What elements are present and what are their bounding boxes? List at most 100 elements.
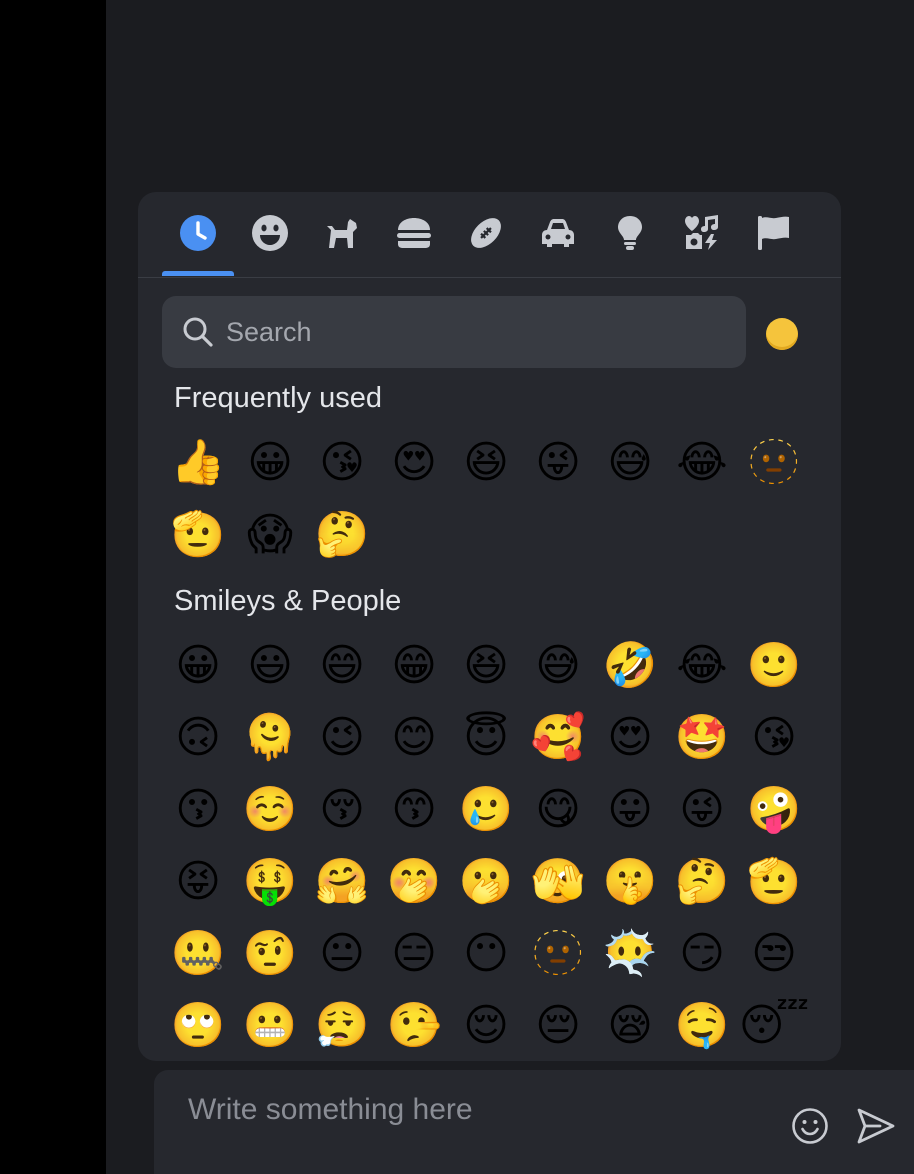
emoji-glyph: 🙃 bbox=[175, 712, 221, 763]
emoji-button[interactable]: 😒 bbox=[738, 918, 810, 990]
emoji-glyph: 😱 bbox=[247, 509, 293, 560]
search-box bbox=[162, 296, 746, 368]
emoji-button[interactable]: 😜 bbox=[666, 774, 738, 846]
emoji-button[interactable]: 🤑 bbox=[234, 846, 306, 918]
emoji-button[interactable]: 😶‍🌫️ bbox=[594, 918, 666, 990]
emoji-button[interactable]: 😉 bbox=[306, 702, 378, 774]
emoji-button[interactable]: 😆 bbox=[450, 427, 522, 499]
emoji-button[interactable]: 😝 bbox=[162, 846, 234, 918]
message-composer bbox=[154, 1070, 914, 1174]
emoji-glyph: 🫡 bbox=[170, 509, 226, 560]
tab-food[interactable] bbox=[390, 209, 438, 257]
send-button[interactable] bbox=[854, 1104, 898, 1148]
emoji-glyph: 😘 bbox=[751, 712, 797, 763]
emoji-glyph: 🤔 bbox=[674, 856, 730, 907]
emoji-button[interactable]: 😅 bbox=[594, 427, 666, 499]
emoji-button[interactable]: 😃 bbox=[234, 630, 306, 702]
emoji-glyph: 😮‍💨 bbox=[314, 1000, 370, 1051]
emoji-button[interactable]: 🤐 bbox=[162, 918, 234, 990]
emoji-button[interactable]: 😪 bbox=[594, 990, 666, 1061]
emoji-button[interactable]: 😀 bbox=[234, 427, 306, 499]
emoji-button[interactable]: 🫥 bbox=[738, 427, 810, 499]
emoji-button[interactable]: 🤔 bbox=[306, 499, 378, 571]
emoji-button[interactable] bbox=[790, 1106, 830, 1146]
emoji-button[interactable]: 🫣 bbox=[522, 846, 594, 918]
message-input[interactable] bbox=[186, 1092, 770, 1128]
emoji-glyph: 🫥 bbox=[746, 437, 802, 488]
emoji-button[interactable]: 😗 bbox=[162, 774, 234, 846]
emoji-button[interactable]: 🫡 bbox=[162, 499, 234, 571]
tab-animals[interactable] bbox=[318, 209, 366, 257]
emoji-button[interactable]: 🙃 bbox=[162, 702, 234, 774]
emoji-button[interactable]: 😮‍💨 bbox=[306, 990, 378, 1061]
emoji-button[interactable]: 😚 bbox=[306, 774, 378, 846]
emoji-button[interactable]: 🫥 bbox=[522, 918, 594, 990]
emoji-button[interactable]: 🤤 bbox=[666, 990, 738, 1061]
section-title-smileys-people: Smileys & People bbox=[174, 585, 402, 617]
tab-symbols[interactable] bbox=[678, 209, 726, 257]
emoji-button[interactable]: 🙄 bbox=[162, 990, 234, 1061]
emoji-glyph: 🙄 bbox=[170, 1000, 226, 1051]
emoji-glyph: 😃 bbox=[247, 640, 293, 691]
emoji-button[interactable]: 😑 bbox=[378, 918, 450, 990]
emoji-button[interactable]: 😆 bbox=[450, 630, 522, 702]
emoji-button[interactable]: 🤩 bbox=[666, 702, 738, 774]
emoji-button[interactable]: 👍 bbox=[162, 427, 234, 499]
emoji-button[interactable]: 😁 bbox=[378, 630, 450, 702]
emoji-button[interactable]: 🫡 bbox=[738, 846, 810, 918]
emoji-button[interactable]: 😘 bbox=[738, 702, 810, 774]
emoji-button[interactable]: 🥲 bbox=[450, 774, 522, 846]
emoji-button[interactable]: 😛 bbox=[594, 774, 666, 846]
emoji-button[interactable]: 😌 bbox=[450, 990, 522, 1061]
tab-travel[interactable] bbox=[534, 209, 582, 257]
emoji-button[interactable]: 🤔 bbox=[666, 846, 738, 918]
emoji-button[interactable]: 🤣 bbox=[594, 630, 666, 702]
emoji-button[interactable]: 😇 bbox=[450, 702, 522, 774]
emoji-button[interactable]: 😋 bbox=[522, 774, 594, 846]
smiley-icon bbox=[252, 215, 288, 251]
emoji-button[interactable]: 😬 bbox=[234, 990, 306, 1061]
emoji-button[interactable]: 😍 bbox=[378, 427, 450, 499]
emoji-button[interactable]: 🫢 bbox=[450, 846, 522, 918]
emoji-button[interactable]: 😊 bbox=[378, 702, 450, 774]
emoji-button[interactable]: 🤪 bbox=[738, 774, 810, 846]
emoji-button[interactable]: 😅 bbox=[522, 630, 594, 702]
emoji-glyph: 🫡 bbox=[746, 856, 802, 907]
emoji-button[interactable]: 🤭 bbox=[378, 846, 450, 918]
emoji-button[interactable]: 😏 bbox=[666, 918, 738, 990]
tab-smileys[interactable] bbox=[246, 209, 294, 257]
emoji-button[interactable]: 😀 bbox=[162, 630, 234, 702]
tab-objects[interactable] bbox=[606, 209, 654, 257]
emoji-button[interactable]: 🙂 bbox=[738, 630, 810, 702]
emoji-button[interactable]: 😶 bbox=[450, 918, 522, 990]
tab-recent[interactable] bbox=[174, 209, 222, 257]
emoji-button[interactable]: 😙 bbox=[378, 774, 450, 846]
emoji-glyph: 🫥 bbox=[530, 928, 586, 979]
tab-flags[interactable] bbox=[750, 209, 798, 257]
emoji-button[interactable]: 🥰 bbox=[522, 702, 594, 774]
emoji-glyph: 😍 bbox=[391, 437, 437, 488]
emoji-button[interactable]: 🤥 bbox=[378, 990, 450, 1061]
emoji-button[interactable]: 😘 bbox=[306, 427, 378, 499]
emoji-glyph: 😋 bbox=[535, 784, 581, 835]
emoji-button[interactable]: 😍 bbox=[594, 702, 666, 774]
emoji-button[interactable]: ☺️ bbox=[234, 774, 306, 846]
emoji-glyph: 😌 bbox=[463, 1000, 509, 1051]
emoji-button[interactable]: 😂 bbox=[666, 427, 738, 499]
emoji-button[interactable]: 🤗 bbox=[306, 846, 378, 918]
emoji-button[interactable]: 😐 bbox=[306, 918, 378, 990]
skin-tone-selector[interactable] bbox=[766, 318, 798, 350]
emoji-button[interactable]: 😴 bbox=[738, 990, 810, 1061]
emoji-glyph: 🙂 bbox=[746, 640, 802, 691]
emoji-button[interactable]: 😱 bbox=[234, 499, 306, 571]
emoji-button[interactable]: 😜 bbox=[522, 427, 594, 499]
emoji-glyph: 😍 bbox=[607, 712, 653, 763]
tab-activities[interactable] bbox=[462, 209, 510, 257]
emoji-button[interactable]: 🫠 bbox=[234, 702, 306, 774]
emoji-button[interactable]: 😂 bbox=[666, 630, 738, 702]
emoji-button[interactable]: 😔 bbox=[522, 990, 594, 1061]
emoji-button[interactable]: 🤫 bbox=[594, 846, 666, 918]
search-input[interactable] bbox=[224, 315, 728, 349]
emoji-button[interactable]: 🤨 bbox=[234, 918, 306, 990]
emoji-button[interactable]: 😄 bbox=[306, 630, 378, 702]
